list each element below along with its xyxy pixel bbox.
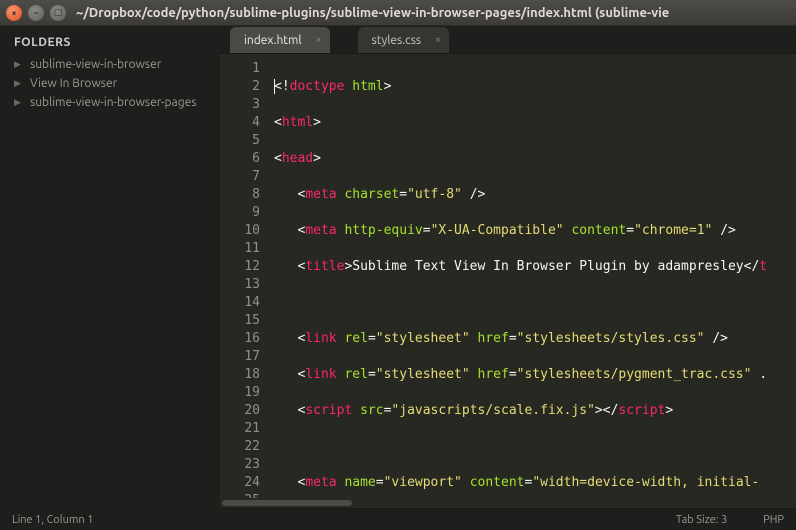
code-view[interactable]: 1 2 3 4 5 6 7 8 9 10 11 12 13 14 15 16 1… <box>220 54 796 498</box>
sidebar-title: FOLDERS <box>6 34 214 55</box>
window-title: ~/Dropbox/code/python/sublime-plugins/su… <box>76 6 669 20</box>
window-maximize-button[interactable]: ▢ <box>50 5 66 21</box>
window-close-button[interactable]: × <box>6 5 22 21</box>
code-content[interactable]: <!doctype html> <html> <head> <meta char… <box>270 54 796 498</box>
editor-area: index.html × styles.css × 1 2 3 4 5 6 7 … <box>220 26 796 508</box>
status-bar: Line 1, Column 1 Tab Size: 3 PHP <box>0 508 796 530</box>
tab-label: index.html <box>244 34 302 47</box>
tab-index-html[interactable]: index.html × <box>230 27 330 53</box>
scrollbar-thumb[interactable] <box>222 500 352 506</box>
disclosure-triangle-icon: ▶ <box>14 78 24 89</box>
disclosure-triangle-icon: ▶ <box>14 59 24 70</box>
close-icon[interactable]: × <box>435 34 441 46</box>
status-right: Tab Size: 3 PHP <box>676 514 784 526</box>
window-controls: × – ▢ <box>6 5 66 21</box>
disclosure-triangle-icon: ▶ <box>14 97 24 108</box>
tab-styles-css[interactable]: styles.css × <box>358 27 450 53</box>
status-tab-size[interactable]: Tab Size: 3 <box>676 514 727 526</box>
sidebar-item-2[interactable]: ▶ sublime-view-in-browser-pages <box>6 93 214 112</box>
sidebar-item-label: View In Browser <box>30 77 117 90</box>
status-syntax[interactable]: PHP <box>763 514 784 526</box>
line-gutter: 1 2 3 4 5 6 7 8 9 10 11 12 13 14 15 16 1… <box>220 54 270 498</box>
close-icon[interactable]: × <box>315 34 321 46</box>
window-minimize-button[interactable]: – <box>28 5 44 21</box>
sidebar-item-0[interactable]: ▶ sublime-view-in-browser <box>6 55 214 74</box>
horizontal-scrollbar[interactable] <box>220 498 796 508</box>
sidebar-item-label: sublime-view-in-browser-pages <box>30 96 196 109</box>
app-body: FOLDERS ▶ sublime-view-in-browser ▶ View… <box>0 26 796 508</box>
window-titlebar: × – ▢ ~/Dropbox/code/python/sublime-plug… <box>0 0 796 26</box>
sidebar: FOLDERS ▶ sublime-view-in-browser ▶ View… <box>0 26 220 508</box>
status-cursor-pos: Line 1, Column 1 <box>12 514 93 526</box>
tab-bar: index.html × styles.css × <box>220 26 796 54</box>
tab-label: styles.css <box>372 34 422 47</box>
sidebar-item-label: sublime-view-in-browser <box>30 58 161 71</box>
sidebar-item-1[interactable]: ▶ View In Browser <box>6 74 214 93</box>
